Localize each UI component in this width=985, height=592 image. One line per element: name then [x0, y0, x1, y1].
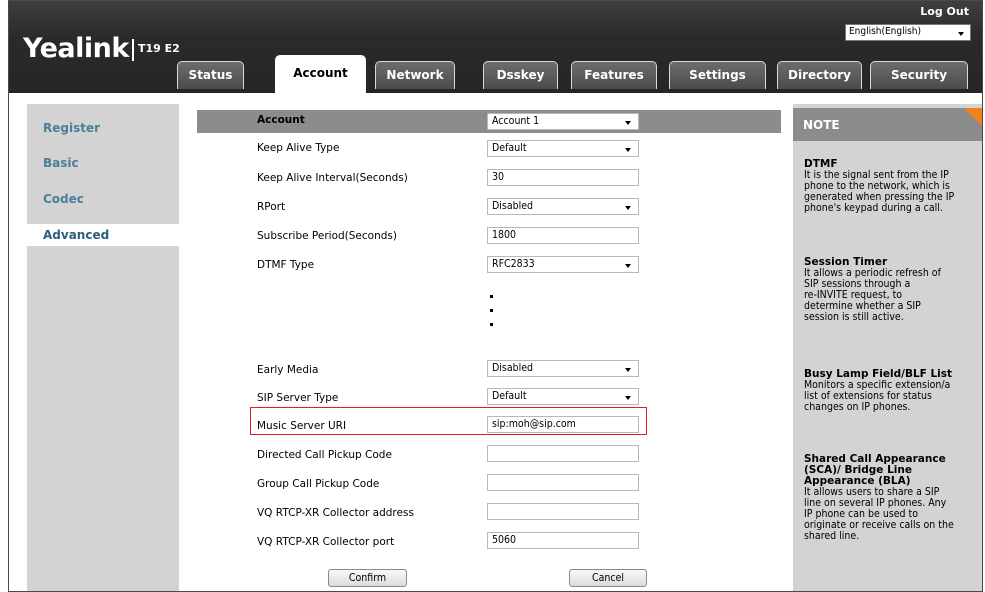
rport-value: Disabled [492, 200, 534, 212]
keep-alive-type-label: Keep Alive Type [257, 142, 340, 154]
music-server-uri-input[interactable]: sip:moh@sip.com [487, 416, 639, 433]
note-line: changes on IP phones. [804, 401, 911, 413]
note-text-session-timer: It allows a periodic refresh of SIP sess… [804, 268, 980, 323]
vq-collector-port-input[interactable]: 5060 [487, 532, 639, 549]
web-ui-frame: Yealink T19 E2 Log Out English(English) … [8, 0, 983, 592]
keep-alive-type-value: Default [492, 142, 527, 154]
sidebar-item-basic[interactable]: Basic [43, 156, 79, 170]
brand-logo: Yealink [23, 33, 129, 64]
language-select[interactable]: English(English) [845, 24, 971, 41]
group-call-pickup-label: Group Call Pickup Code [257, 478, 380, 490]
rport-label: RPort [257, 201, 286, 213]
note-text-blf: Monitors a specific extension/a list of … [804, 380, 980, 413]
sip-server-type-select[interactable]: Default [487, 388, 639, 405]
early-media-select[interactable]: Disabled [487, 360, 639, 377]
tab-status[interactable]: Status [177, 61, 244, 89]
note-panel: NOTE DTMF It is the signal sent from the… [793, 104, 982, 591]
language-value: English(English) [849, 26, 922, 37]
account-select[interactable]: Account 1 [487, 113, 639, 130]
left-sidebar: Register Basic Codec Advanced [27, 104, 179, 591]
settings-form: Account Account 1 Keep Alive Type Defaul… [197, 104, 781, 591]
tab-account[interactable]: Account [275, 55, 366, 93]
tab-network[interactable]: Network [375, 61, 455, 89]
note-line: phone's keypad during a call. [804, 202, 943, 214]
dtmf-type-select[interactable]: RFC2833 [487, 256, 639, 273]
sidebar-item-register[interactable]: Register [43, 121, 100, 135]
ellipsis-dot [490, 323, 493, 326]
header-bar: Yealink T19 E2 Log Out English(English) … [9, 1, 982, 93]
sidebar-item-advanced[interactable]: Advanced [43, 228, 109, 242]
early-media-value: Disabled [492, 362, 534, 374]
keep-alive-interval-label: Keep Alive Interval(Seconds) [257, 172, 408, 184]
tab-features[interactable]: Features [571, 61, 657, 89]
ellipsis-dot [490, 295, 493, 298]
tab-dsskey[interactable]: Dsskey [483, 61, 558, 89]
note-text-dtmf: It is the signal sent from the IP phone … [804, 170, 980, 214]
dtmf-type-value: RFC2833 [492, 258, 535, 270]
directed-call-pickup-input[interactable] [487, 445, 639, 462]
early-media-label: Early Media [257, 364, 319, 376]
sip-server-type-value: Default [492, 390, 527, 402]
keep-alive-type-select[interactable]: Default [487, 140, 639, 157]
model-label: T19 E2 [138, 42, 180, 55]
keep-alive-interval-input[interactable]: 30 [487, 169, 639, 186]
vq-collector-address-input[interactable] [487, 503, 639, 520]
vq-collector-address-label: VQ RTCP-XR Collector address [257, 507, 414, 519]
subscribe-period-label: Subscribe Period(Seconds) [257, 230, 397, 242]
note-text-sca-bla: It allows users to share a SIP line on s… [804, 487, 980, 542]
tab-security[interactable]: Security [870, 61, 968, 89]
account-label: Account [257, 114, 305, 126]
account-select-value: Account 1 [492, 115, 540, 127]
chevron-down-icon [625, 148, 631, 152]
chevron-down-icon [958, 32, 964, 36]
chevron-down-icon [625, 396, 631, 400]
confirm-button[interactable]: Confirm [328, 569, 407, 587]
subscribe-period-input[interactable]: 1800 [487, 227, 639, 244]
music-server-uri-label: Music Server URI [257, 420, 347, 432]
note-corner-decoration [964, 108, 982, 126]
note-header: NOTE [793, 108, 982, 141]
sip-server-type-label: SIP Server Type [257, 392, 339, 404]
note-line: session is still active. [804, 311, 904, 323]
ellipsis-dot [490, 309, 493, 312]
group-call-pickup-input[interactable] [487, 474, 639, 491]
chevron-down-icon [625, 368, 631, 372]
chevron-down-icon [625, 206, 631, 210]
dtmf-type-label: DTMF Type [257, 259, 315, 271]
tab-directory[interactable]: Directory [777, 61, 862, 89]
logout-link[interactable]: Log Out [920, 5, 969, 18]
logo-divider [132, 39, 134, 61]
chevron-down-icon [625, 121, 631, 125]
sidebar-item-codec[interactable]: Codec [43, 192, 84, 206]
note-title-sca-bla: Shared Call Appearance (SCA)/ Bridge Lin… [804, 454, 946, 487]
tab-settings[interactable]: Settings [669, 61, 766, 89]
directed-call-pickup-label: Directed Call Pickup Code [257, 449, 392, 461]
note-line: shared line. [804, 530, 860, 542]
chevron-down-icon [625, 264, 631, 268]
vq-collector-port-label: VQ RTCP-XR Collector port [257, 536, 395, 548]
rport-select[interactable]: Disabled [487, 198, 639, 215]
cancel-button[interactable]: Cancel [569, 569, 647, 587]
